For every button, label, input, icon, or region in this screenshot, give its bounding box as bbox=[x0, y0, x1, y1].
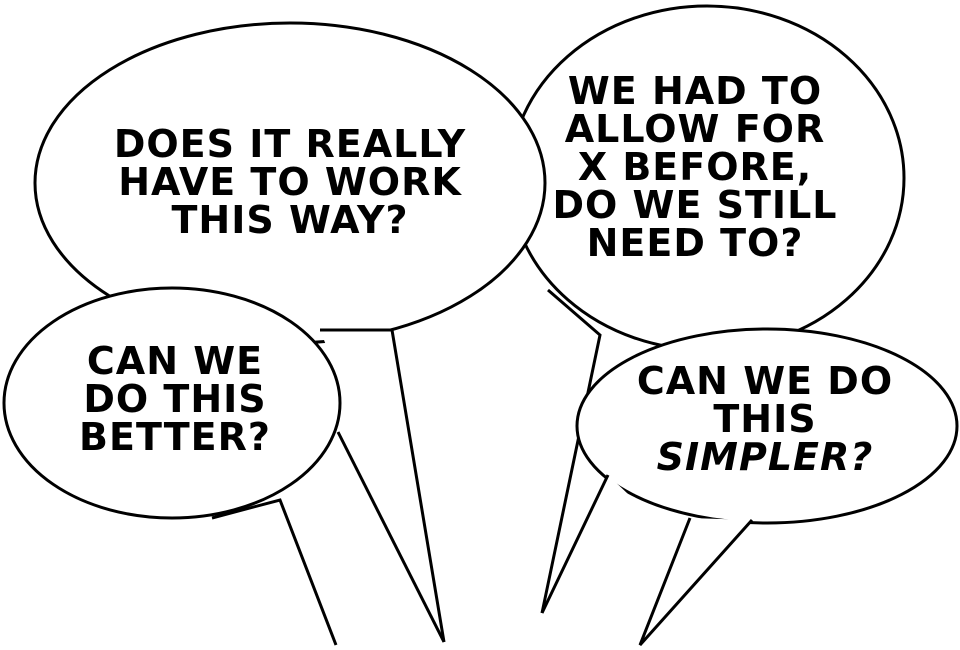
text-line: THIS bbox=[713, 397, 817, 441]
bubble-text-top-right: WE HAD TO ALLOW FOR X BEFORE, DO WE STIL… bbox=[540, 72, 850, 262]
text-line: ALLOW FOR bbox=[564, 107, 826, 151]
text-line: DO WE STILL bbox=[552, 183, 838, 227]
text-line: BETTER? bbox=[79, 415, 271, 459]
text-line: DOES IT REALLY bbox=[113, 122, 467, 166]
emphasis-word: SIMPLER? bbox=[656, 435, 874, 479]
bubble-text-top-left: DOES IT REALLY HAVE TO WORK THIS WAY? bbox=[90, 125, 490, 239]
text-line: CAN WE DO bbox=[636, 359, 894, 403]
text-line: WE HAD TO bbox=[567, 69, 823, 113]
text-line: HAVE TO WORK bbox=[118, 160, 462, 204]
text-line: NEED TO? bbox=[586, 221, 804, 265]
bubble-text-bottom-left: CAN WE DO THIS BETTER? bbox=[60, 342, 290, 456]
bubble-text-bottom-right: CAN WE DO THIS SIMPLER? bbox=[610, 362, 920, 476]
text-line: DO THIS bbox=[83, 377, 267, 421]
text-line: X BEFORE, bbox=[577, 145, 813, 189]
comic-panel: DOES IT REALLY HAVE TO WORK THIS WAY? WE… bbox=[0, 0, 960, 650]
text-line: CAN WE bbox=[86, 339, 264, 383]
text-line: THIS WAY? bbox=[171, 198, 409, 242]
